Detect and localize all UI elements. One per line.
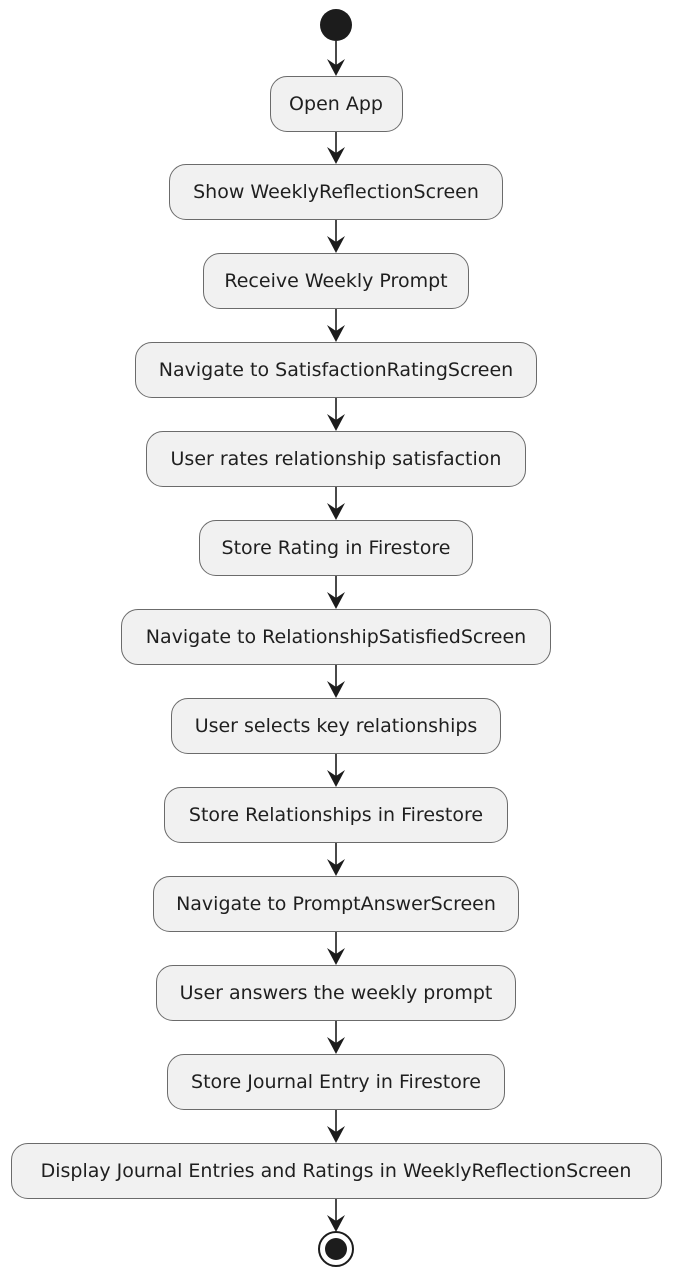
flow-arrow (327, 398, 345, 431)
activity-step: Store Rating in Firestore (199, 520, 473, 576)
activity-step: Store Relationships in Firestore (164, 787, 508, 843)
flow-arrow (327, 1199, 345, 1232)
flow-arrow (327, 843, 345, 876)
flow-arrow (327, 41, 345, 76)
activity-step: Store Journal Entry in Firestore (167, 1054, 505, 1110)
flow-arrow (327, 754, 345, 787)
flow-arrow (327, 309, 345, 342)
flow-arrow (327, 220, 345, 253)
flow-arrow (327, 1021, 345, 1054)
activity-step: Navigate to PromptAnswerScreen (153, 876, 519, 932)
activity-step: Navigate to RelationshipSatisfiedScreen (121, 609, 551, 665)
activity-step: Show WeeklyReflectionScreen (169, 164, 503, 220)
activity-step: User selects key relationships (171, 698, 501, 754)
activity-step: Receive Weekly Prompt (203, 253, 469, 309)
flow-arrow (327, 132, 345, 164)
flow-arrow (327, 932, 345, 965)
activity-step: Display Journal Entries and Ratings in W… (10, 1143, 662, 1199)
activity-step: Open App (269, 76, 403, 132)
activity-diagram: Open App Show WeeklyReflectionScreen Recei… (0, 0, 674, 1280)
flow-arrow (327, 487, 345, 520)
start-node (320, 9, 352, 41)
end-node (325, 1238, 347, 1260)
flow-arrow (327, 665, 345, 698)
activity-step: User rates relationship satisfaction (146, 431, 526, 487)
flow-arrow (327, 576, 345, 609)
flow-arrow (327, 1110, 345, 1143)
activity-step: User answers the weekly prompt (156, 965, 516, 1021)
activity-step: Navigate to SatisfactionRatingScreen (135, 342, 537, 398)
